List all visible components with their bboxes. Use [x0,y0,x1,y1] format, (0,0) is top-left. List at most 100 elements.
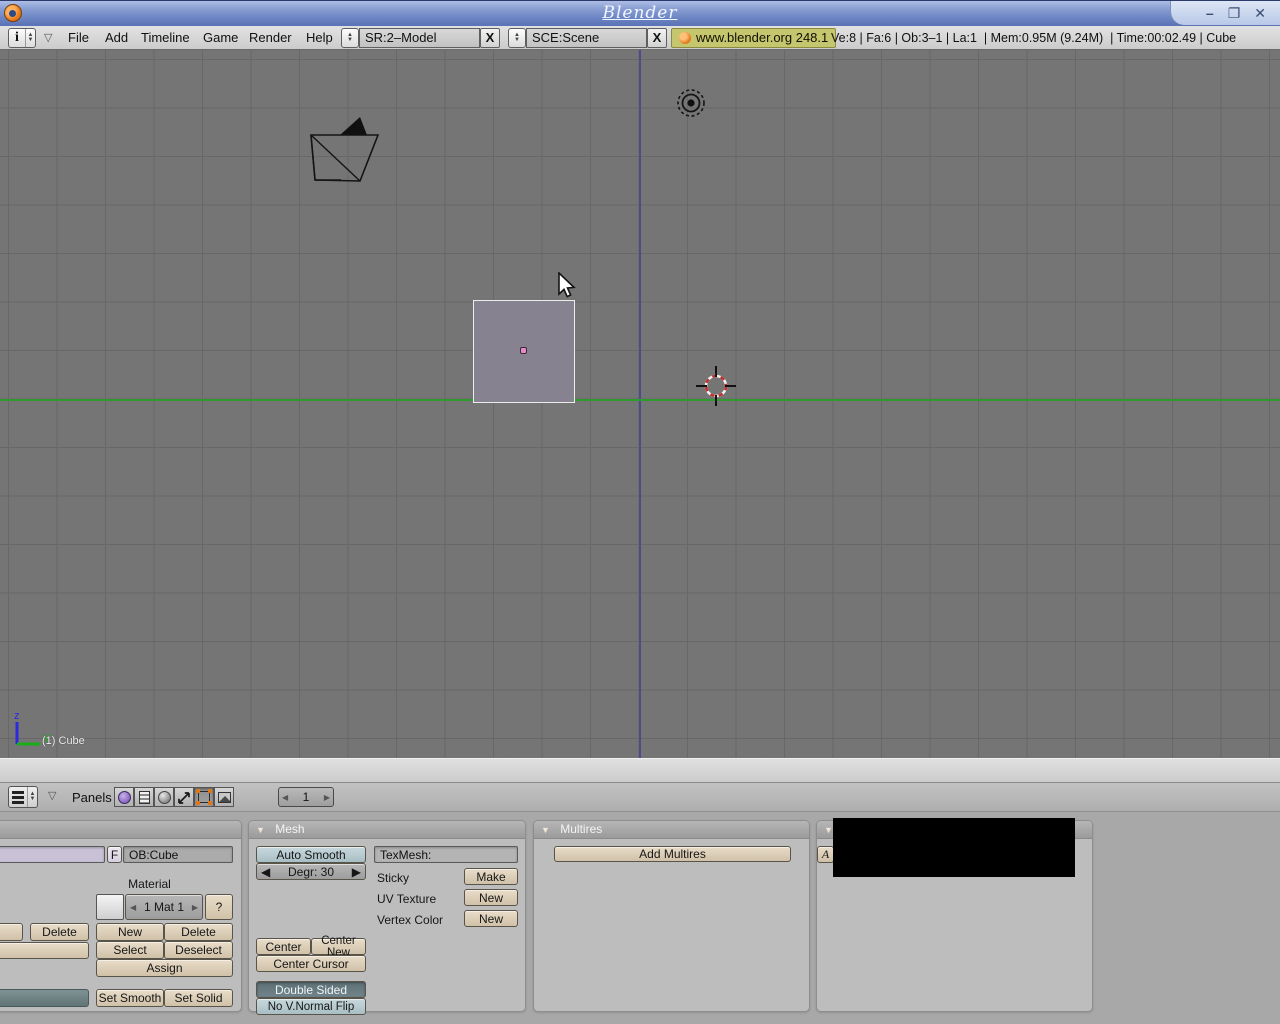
panel-link-materials: F OB:Cube Material ◀ 1 Mat 1 ▶ ? Delete … [0,820,242,1012]
frame-prev-icon[interactable]: ◀ [282,793,288,802]
degr-prev-icon[interactable]: ◀ [261,865,270,879]
shading-icon [158,791,171,804]
screen-name-field[interactable]: SR:2–Model [359,28,480,48]
script-icon [139,791,150,804]
uv-texture-new-button[interactable]: New [464,889,518,906]
add-multires-button[interactable]: Add Multires [554,846,791,862]
viewport-3d[interactable]: z y (1) Cube [0,50,1280,758]
axis-z-label: z [14,710,20,722]
menu-game[interactable]: Game [203,26,238,50]
redacted-overlay [833,818,1075,877]
mat-prev-icon[interactable]: ◀ [130,903,136,912]
material-new-button[interactable]: New [96,923,164,941]
camera-gizmo[interactable] [303,108,381,184]
set-smooth-button[interactable]: Set Smooth [96,989,164,1007]
vgroup-wide-button[interactable] [0,942,89,959]
menu-file[interactable]: File [68,26,89,50]
set-solid-button[interactable]: Set Solid [164,989,233,1007]
sticky-make-button[interactable]: Make [464,868,518,885]
menu-render[interactable]: Render [249,26,292,50]
partial-add-button[interactable]: A [817,846,834,863]
panel-multires-title: Multires [560,822,602,836]
panel-mesh: ▼ Mesh Auto Smooth ◀ Degr: 30 ▶ TexMesh:… [248,820,526,1012]
mouse-cursor [557,272,579,302]
editing-buttons-tab[interactable] [194,787,214,807]
object-buttons-tab[interactable] [174,787,194,807]
fake-user-button[interactable]: F [107,846,122,863]
degr-stepper[interactable]: ◀ Degr: 30 ▶ [256,863,366,880]
material-delete-button[interactable]: Delete [164,923,233,941]
material-deselect-button[interactable]: Deselect [164,941,233,959]
vgroup-cut-button[interactable] [0,923,23,941]
scene-name-field[interactable]: SCE:Scene [526,28,647,48]
panel-link-materials-header[interactable] [0,821,241,839]
collapse-triangle-icon[interactable]: ▼ [541,825,550,835]
auto-smooth-toggle[interactable]: Auto Smooth [256,846,366,863]
mesh-datablock-field[interactable] [0,846,105,863]
double-sided-toggle[interactable]: Double Sided [256,981,366,998]
header-collapse-icon[interactable]: ▽ [48,789,56,802]
screen-browse-button[interactable]: ▲▼ [341,28,359,48]
material-select-button[interactable]: Select [96,941,164,959]
vgroup-weight-slider[interactable] [0,989,89,1007]
menu-add[interactable]: Add [105,26,128,50]
scene-icon [218,792,231,803]
script-buttons-tab[interactable] [134,787,154,807]
menu-help[interactable]: Help [306,26,333,50]
window-title: Blender [0,3,1280,23]
window-controls: – ❐ ✕ [1170,1,1280,25]
sticky-label: Sticky [377,871,409,885]
frame-stepper[interactable]: ◀ 1 ▶ [278,787,334,807]
minimize-button[interactable]: – [1206,6,1214,20]
spinner-icon: ▲▼ [25,29,35,47]
material-index-stepper[interactable]: ◀ 1 Mat 1 ▶ [125,894,203,920]
panel-multires-header[interactable]: ▼ Multires [534,821,809,839]
degr-value: Degr: 30 [288,865,334,879]
cursor-3d [694,364,738,408]
editor-type-button-2[interactable]: ▲▼ [8,786,38,808]
transform-status-bar: Dx: 0.0000 Dy: –2.2830 Dz: 1.9878 (3.027… [0,758,1280,783]
buttons-window-header: ▲▼ ▽ Panels ◀ 1 ▶ [0,783,1280,812]
scene-buttons-tab[interactable] [214,787,234,807]
menu-bar: i ▲▼ ▽ File Add Timeline Game Render Hel… [0,26,1280,50]
center-new-button[interactable]: Center New [311,938,366,955]
buttons-editor-icon [9,787,27,807]
material-assign-button[interactable]: Assign [96,959,233,977]
lamp-gizmo[interactable] [674,86,708,120]
logic-buttons-tab[interactable] [114,787,134,807]
menu-timeline[interactable]: Timeline [141,26,190,50]
panel-mesh-title: Mesh [275,822,304,836]
degr-next-icon[interactable]: ▶ [352,865,361,879]
mat-next-icon[interactable]: ▶ [192,903,198,912]
no-vnormal-flip-toggle[interactable]: No V.Normal Flip [256,998,366,1015]
object-icon [177,790,192,805]
logic-icon [118,791,131,804]
panels-menu[interactable]: Panels [72,783,112,812]
material-help-button[interactable]: ? [205,894,233,920]
center-cursor-button[interactable]: Center Cursor [256,955,366,972]
collapse-triangle-icon[interactable]: ▼ [824,825,833,835]
editor-type-button[interactable]: i ▲▼ [8,28,36,48]
vgroup-delete-button[interactable]: Delete [30,923,89,941]
material-color-swatch[interactable] [96,894,124,920]
header-collapse-icon[interactable]: ▽ [44,26,52,50]
scene-spinner-icon: ▲▼ [509,29,525,47]
scene-close-button[interactable]: X [647,28,667,48]
panel-multires: ▼ Multires Add Multires [533,820,810,1012]
texmesh-field[interactable]: TexMesh: [374,846,518,863]
y-axis-line [0,399,1280,401]
frame-next-icon[interactable]: ▶ [324,793,330,802]
active-object-label: (1) Cube [42,735,85,747]
material-index-value: 1 Mat 1 [144,900,184,914]
scene-browse-button[interactable]: ▲▼ [508,28,526,48]
restore-button[interactable]: ❐ [1228,6,1241,20]
close-button[interactable]: ✕ [1254,6,1266,20]
vertex-color-new-button[interactable]: New [464,910,518,927]
collapse-triangle-icon[interactable]: ▼ [256,825,265,835]
screen-close-button[interactable]: X [480,28,500,48]
panel-mesh-header[interactable]: ▼ Mesh [249,821,525,839]
object-name-field[interactable]: OB:Cube [123,846,233,863]
shading-buttons-tab[interactable] [154,787,174,807]
center-button[interactable]: Center [256,938,311,955]
spinner-icon: ▲▼ [27,787,37,807]
